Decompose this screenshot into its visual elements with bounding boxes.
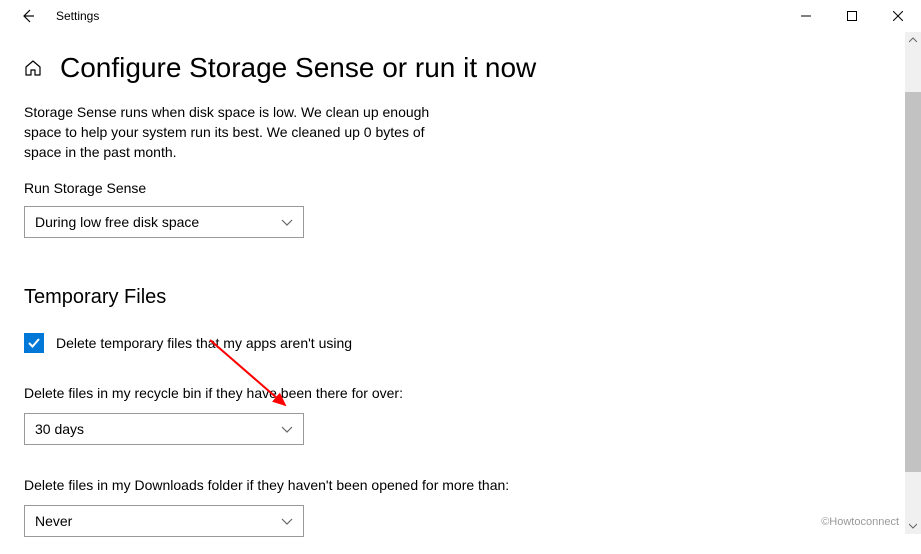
downloads-group: Delete files in my Downloads folder if t… bbox=[24, 477, 897, 537]
window-controls bbox=[783, 0, 921, 32]
temp-files-section-title: Temporary Files bbox=[24, 286, 897, 309]
run-sense-value: During low free disk space bbox=[35, 214, 199, 230]
back-arrow-icon bbox=[20, 8, 36, 24]
page-description: Storage Sense runs when disk space is lo… bbox=[24, 102, 464, 162]
chevron-down-icon bbox=[909, 523, 917, 529]
watermark: ©Howtoconnect bbox=[821, 516, 899, 528]
close-icon bbox=[893, 11, 903, 21]
scrollbar[interactable] bbox=[905, 32, 921, 534]
recycle-bin-dropdown[interactable]: 30 days bbox=[24, 413, 304, 445]
maximize-button[interactable] bbox=[829, 0, 875, 32]
scroll-down-button[interactable] bbox=[905, 518, 921, 534]
run-sense-dropdown[interactable]: During low free disk space bbox=[24, 206, 304, 238]
minimize-icon bbox=[801, 11, 811, 21]
chevron-down-icon bbox=[281, 513, 293, 529]
temp-files-checkbox[interactable] bbox=[24, 333, 44, 353]
back-button[interactable] bbox=[8, 0, 48, 32]
checkmark-icon bbox=[27, 336, 41, 350]
close-button[interactable] bbox=[875, 0, 921, 32]
temp-files-checkbox-label: Delete temporary files that my apps aren… bbox=[56, 335, 352, 351]
downloads-dropdown[interactable]: Never bbox=[24, 505, 304, 537]
maximize-icon bbox=[847, 11, 857, 21]
titlebar: Settings bbox=[0, 0, 921, 32]
home-icon[interactable] bbox=[24, 59, 42, 77]
downloads-label: Delete files in my Downloads folder if t… bbox=[24, 477, 897, 493]
page-header: Configure Storage Sense or run it now bbox=[24, 52, 897, 84]
recycle-bin-label: Delete files in my recycle bin if they h… bbox=[24, 385, 897, 401]
chevron-up-icon bbox=[909, 37, 917, 43]
temp-files-checkbox-row: Delete temporary files that my apps aren… bbox=[24, 333, 897, 353]
window-title: Settings bbox=[56, 9, 99, 23]
scrollbar-thumb[interactable] bbox=[905, 92, 921, 472]
minimize-button[interactable] bbox=[783, 0, 829, 32]
recycle-bin-value: 30 days bbox=[35, 421, 84, 437]
scroll-up-button[interactable] bbox=[905, 32, 921, 48]
downloads-value: Never bbox=[35, 513, 72, 529]
run-sense-label: Run Storage Sense bbox=[24, 180, 897, 196]
chevron-down-icon bbox=[281, 421, 293, 437]
page-title: Configure Storage Sense or run it now bbox=[60, 52, 536, 84]
chevron-down-icon bbox=[281, 214, 293, 230]
content-area: Configure Storage Sense or run it now St… bbox=[0, 52, 921, 554]
recycle-bin-group: Delete files in my recycle bin if they h… bbox=[24, 385, 897, 445]
